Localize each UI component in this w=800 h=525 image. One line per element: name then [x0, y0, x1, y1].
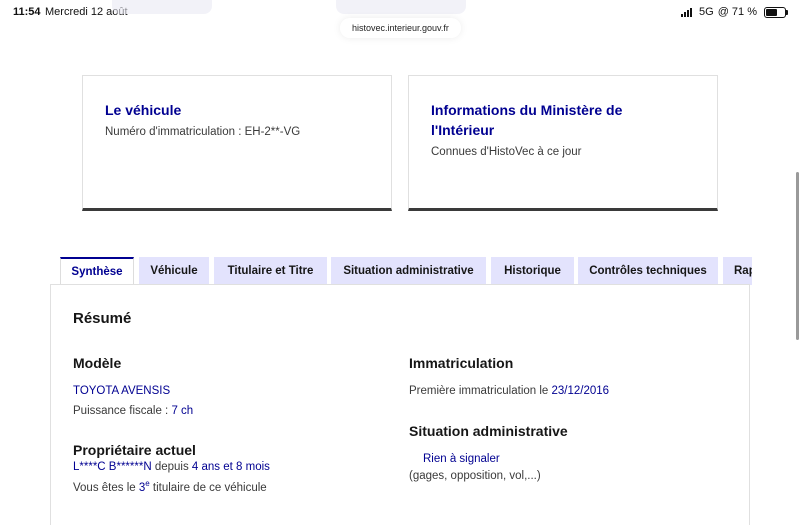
- owner-rank: Vous êtes le 3e titulaire de ce véhicule: [73, 479, 267, 494]
- admin-status: Rien à signaler: [423, 453, 500, 465]
- status-time: 11:54: [13, 6, 41, 18]
- url-bar[interactable]: histovec.interieur.gouv.fr: [340, 18, 461, 38]
- model-name: TOYOTA AVENSIS: [73, 385, 171, 397]
- report-tabs: Synthèse Véhicule Titulaire et Titre Sit…: [60, 257, 752, 285]
- registration-number: Numéro d'immatriculation : EH-2**-VG: [105, 126, 301, 138]
- fiscal-power-value: 7 ch: [171, 405, 194, 417]
- summary-title: Résumé: [73, 310, 132, 327]
- fiscal-power: Puissance fiscale : 7 ch: [73, 405, 193, 417]
- network-type: 5G: [699, 6, 714, 18]
- ministry-card-subtitle: Connues d'HistoVec à ce jour: [431, 146, 582, 158]
- tab-situation[interactable]: Situation administrative: [331, 257, 486, 285]
- model-heading: Modèle: [73, 355, 122, 371]
- admin-heading: Situation administrative: [409, 423, 568, 439]
- first-registration: Première immatriculation le 23/12/2016: [409, 385, 609, 397]
- signal-icon: [681, 7, 693, 17]
- tab-rapport-partial[interactable]: Rap: [723, 257, 752, 285]
- owner-rank-suffix: titulaire de ce véhicule: [149, 481, 267, 494]
- status-indicators: 5G @ 71 %: [681, 6, 788, 18]
- owner-rank-prefix: Vous êtes le: [73, 481, 139, 494]
- tab-vehicule[interactable]: Véhicule: [139, 257, 209, 285]
- registration-heading: Immatriculation: [409, 355, 514, 371]
- first-registration-label: Première immatriculation le: [409, 385, 552, 397]
- owner-since-label: depuis: [151, 461, 192, 473]
- first-registration-date: 23/12/2016: [551, 385, 610, 397]
- battery-text: @ 71 %: [717, 6, 757, 18]
- owner-since-value: 4 ans et 8 mois: [191, 461, 270, 473]
- vehicle-card-title: Le véhicule: [105, 102, 182, 118]
- battery-fill: [766, 8, 777, 16]
- tab-controles[interactable]: Contrôles techniques: [578, 257, 718, 285]
- synthese-panel: Résumé Modèle TOYOTA AVENSIS Puissance f…: [50, 284, 750, 525]
- battery-icon: [764, 6, 788, 18]
- page-scrollbar[interactable]: [796, 172, 799, 340]
- ministry-title-line2: l'Intérieur: [431, 122, 495, 138]
- tab-synthese[interactable]: Synthèse: [60, 257, 134, 285]
- fiscal-power-label: Puissance fiscale :: [73, 405, 172, 417]
- header-button-partial[interactable]: [112, 0, 212, 14]
- ministry-title-line1: Informations du Ministère de: [431, 102, 623, 118]
- ministry-card-title: Informations du Ministère de l'Intérieur: [431, 100, 622, 140]
- tab-titulaire[interactable]: Titulaire et Titre: [214, 257, 327, 285]
- tab-historique[interactable]: Historique: [491, 257, 574, 285]
- admin-details: (gages, opposition, vol,...): [409, 470, 541, 482]
- ministry-card: Informations du Ministère de l'Intérieur…: [408, 75, 718, 211]
- header-button-partial[interactable]: [336, 0, 466, 14]
- owner-heading: Propriétaire actuel: [73, 442, 196, 458]
- owner-line: L****C B******N depuis 4 ans et 8 mois: [73, 461, 270, 473]
- owner-name: L****C B******N: [73, 461, 152, 473]
- vehicle-card: Le véhicule Numéro d'immatriculation : E…: [82, 75, 392, 211]
